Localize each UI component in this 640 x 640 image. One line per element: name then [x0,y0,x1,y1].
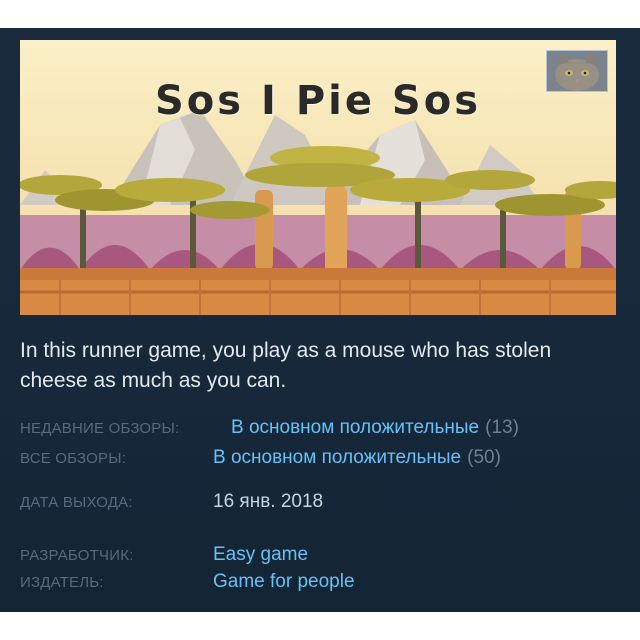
cat-avatar-icon[interactable] [546,50,608,92]
all-reviews-summary[interactable]: В основном положительные (50) [213,447,501,469]
recent-reviews-summary[interactable]: В основном положительные (13) [231,417,519,439]
publisher-label: ИЗДАТЕЛЬ: [20,574,104,591]
release-date-value: 16 янв. 2018 [213,491,324,512]
developer-link[interactable]: Easy game [213,544,308,566]
developer-label: РАЗРАБОТЧИК: [20,547,134,564]
recent-reviews-value[interactable]: В основном положительные [231,417,479,438]
game-description: In this runner game, you play as a mouse… [20,339,552,392]
game-header-capsule[interactable]: Sos I Pie Sos [20,40,616,315]
recent-reviews-count: (13) [485,417,519,438]
publisher-link[interactable]: Game for people [213,571,355,593]
game-title: Sos I Pie Sos [154,78,481,124]
all-reviews-value[interactable]: В основном положительные [213,447,461,468]
all-reviews-count: (50) [467,447,501,468]
release-date-label: ДАТА ВЫХОДА: [20,494,133,511]
store-info-panel: Sos I Pie Sos In this runner game, you p… [0,28,640,612]
recent-reviews-label: НЕДАВНИЕ ОБЗОРЫ: [20,420,180,437]
all-reviews-label: ВСЕ ОБЗОРЫ: [20,450,127,467]
